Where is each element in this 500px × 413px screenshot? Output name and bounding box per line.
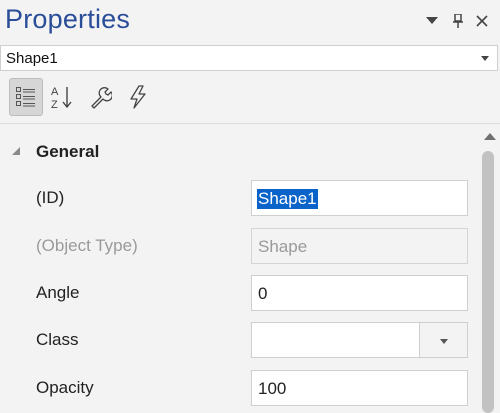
property-row-angle: Angle 0 (0, 275, 475, 311)
scrollbar-thumb[interactable] (482, 151, 494, 413)
property-row-id: (ID) Shape1 (0, 180, 475, 216)
property-value-angle[interactable]: 0 (251, 275, 468, 311)
category-general[interactable]: General (0, 139, 475, 165)
panel-title: Properties (5, 4, 131, 34)
events-button[interactable] (121, 78, 155, 116)
property-row-class: Class (0, 322, 475, 358)
pin-icon (453, 14, 463, 28)
panel-header: Properties (0, 0, 500, 42)
property-name: Opacity (36, 378, 94, 397)
property-name: Class (36, 330, 79, 349)
categorized-icon (16, 87, 35, 107)
categorized-view-button[interactable] (9, 78, 43, 116)
chevron-down-icon (440, 339, 448, 344)
triangle-down-icon (426, 17, 438, 24)
category-label: General (36, 142, 100, 161)
property-row-opacity: Opacity 100 (0, 370, 475, 406)
wrench-icon (91, 87, 112, 109)
property-value-text: 100 (258, 379, 287, 398)
close-icon (476, 15, 488, 27)
property-name: Angle (36, 283, 80, 302)
close-button[interactable] (474, 12, 490, 30)
vertical-scrollbar[interactable] (475, 124, 500, 413)
chevron-down-icon (481, 56, 489, 61)
property-name: (ID) (36, 188, 65, 207)
object-selector[interactable]: Shape1 (0, 45, 498, 71)
class-dropdown-button[interactable] (420, 322, 468, 358)
property-value-opacity[interactable]: 100 (251, 370, 468, 406)
property-pages-button[interactable] (83, 78, 117, 116)
lightning-icon (130, 85, 146, 109)
property-value-object-type: Shape (251, 228, 468, 264)
svg-text:Z: Z (51, 99, 58, 110)
property-name: (Object Type) (36, 236, 138, 255)
property-value-class[interactable] (251, 322, 420, 358)
pin-button[interactable] (450, 12, 466, 30)
svg-text:A: A (51, 86, 59, 98)
expand-triangle-icon (12, 147, 20, 155)
alphabetical-sort-button[interactable]: A Z (45, 78, 79, 116)
toolbar: A Z (0, 73, 500, 121)
alphabetical-sort-icon: A Z (51, 86, 72, 110)
property-value-text: Shape1 (257, 189, 318, 209)
property-grid: General (ID) Shape1 (Object Type) Shape … (0, 124, 475, 411)
property-row-object-type: (Object Type) Shape (0, 228, 475, 264)
panel-menu-button[interactable] (424, 12, 440, 30)
property-value-text: 0 (258, 284, 268, 303)
property-value-text: Shape (258, 237, 308, 256)
scroll-up-arrow[interactable] (484, 133, 496, 140)
object-selector-value: Shape1 (6, 50, 58, 67)
property-value-id[interactable]: Shape1 (251, 180, 468, 216)
